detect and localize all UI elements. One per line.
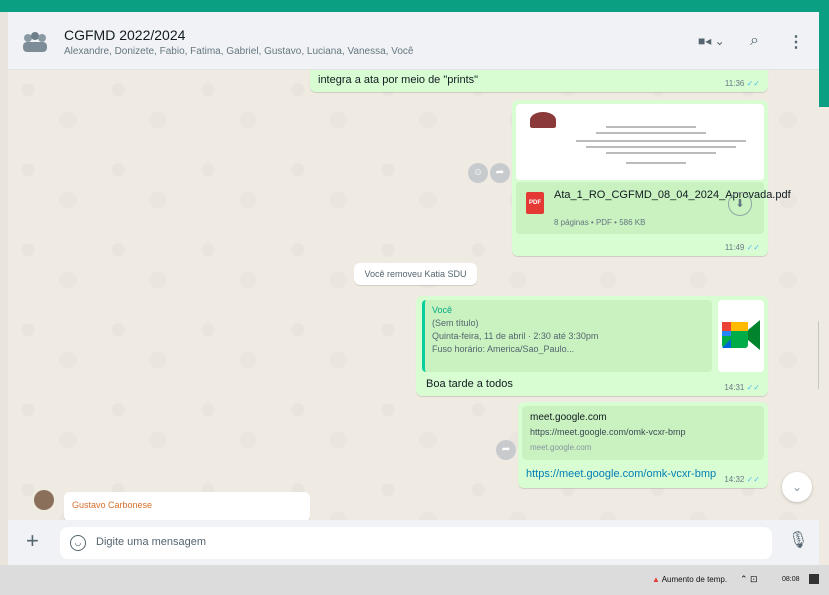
quote-line: (Sem título): [432, 318, 479, 328]
sender-avatar[interactable]: [34, 490, 54, 510]
video-call-icon[interactable]: ■◂ ⌄: [698, 34, 725, 48]
file-name: Ata_1_RO_CGFMD_08_04_2024_Aprovada.pdf: [554, 189, 791, 201]
sender-name[interactable]: Gustavo Carbonese: [72, 500, 152, 510]
message-bubble: meet.google.com https://meet.google.com/…: [518, 402, 768, 488]
menu-icon[interactable]: ⋮: [788, 32, 804, 52]
quoted-event[interactable]: Você (Sem título) Quinta-feira, 11 de ab…: [422, 300, 712, 372]
read-ticks-icon: ✓✓: [746, 475, 760, 484]
tray-icons[interactable]: ⌃ ⊡: [740, 574, 758, 585]
group-members: Alexandre, Donizete, Fabio, Fatima, Gabr…: [64, 46, 414, 57]
event-thumbnail[interactable]: [718, 300, 764, 372]
forward-icon[interactable]: ➦: [490, 163, 510, 183]
chat-header[interactable]: CGFMD 2022/2024 Alexandre, Donizete, Fab…: [8, 12, 819, 70]
crest-logo: [530, 112, 556, 128]
read-ticks-icon: ✓✓: [746, 243, 760, 252]
link-title: meet.google.com: [530, 412, 607, 423]
clock[interactable]: 08:08: [782, 576, 800, 583]
message-bubble: integra a ata por meio de "prints" 11:36…: [310, 70, 768, 92]
search-icon[interactable]: ⌕: [750, 32, 759, 50]
message-text: Boa tarde a todos: [426, 378, 513, 390]
notification-icon[interactable]: [809, 574, 819, 584]
quote-author: Você: [432, 305, 453, 315]
incoming-message: Gustavo Carbonese: [64, 492, 310, 520]
file-meta: 8 páginas • PDF • 586 KB: [554, 218, 646, 227]
message-link[interactable]: https://meet.google.com/omk-vcxr-bmp: [526, 468, 716, 480]
link-host: meet.google.com: [530, 443, 592, 452]
emoji-icon[interactable]: ◡: [70, 535, 86, 551]
forward-icon[interactable]: ➦: [496, 440, 516, 460]
quote-line: Quinta-feira, 11 de abril · 2:30 até 3:3…: [432, 331, 599, 341]
read-ticks-icon: ✓✓: [746, 79, 760, 88]
scrollbar[interactable]: [818, 320, 819, 390]
message-bubble: Você (Sem título) Quinta-feira, 11 de ab…: [416, 296, 768, 396]
window-top-bar: [0, 0, 829, 12]
document-file[interactable]: PDF Ata_1_RO_CGFMD_08_04_2024_Aprovada.p…: [516, 182, 791, 234]
message-time: 14:32 ✓✓: [724, 475, 760, 484]
google-meet-icon: [722, 320, 760, 350]
whatsapp-window: CGFMD 2022/2024 Alexandre, Donizete, Fab…: [8, 12, 829, 565]
attach-plus-icon[interactable]: +: [26, 528, 39, 554]
emoji-reaction-icon[interactable]: ☺: [468, 163, 488, 183]
download-icon[interactable]: ⬇: [728, 192, 752, 216]
weather-icon: ▲: [652, 575, 660, 584]
message-time: 14:31 ✓✓: [724, 383, 760, 392]
link-preview[interactable]: meet.google.com https://meet.google.com/…: [522, 406, 764, 460]
document-message: PDF Ata_1_RO_CGFMD_08_04_2024_Aprovada.p…: [512, 100, 791, 256]
weather-widget[interactable]: ▲ Aumento de temp.: [652, 575, 727, 584]
compose-bar: + ◡ Digite uma mensagem 🎙: [8, 520, 819, 565]
group-avatar[interactable]: [20, 26, 50, 56]
group-title[interactable]: CGFMD 2022/2024: [64, 27, 185, 43]
message-placeholder: Digite uma mensagem: [96, 536, 207, 548]
message-input[interactable]: ◡ Digite uma mensagem: [60, 527, 772, 559]
quote-line: Fuso horário: America/Sao_Paulo...: [432, 344, 575, 354]
read-ticks-icon: ✓✓: [746, 383, 760, 392]
link-description: https://meet.google.com/omk-vcxr-bmp: [530, 427, 686, 437]
scroll-down-button[interactable]: ⌄: [782, 472, 812, 502]
message-time: 11:49 ✓✓: [724, 243, 760, 252]
microphone-icon[interactable]: 🎙: [788, 530, 808, 550]
system-notice: Você removeu Katia SDU: [354, 263, 477, 285]
chat-area: integra a ata por meio de "prints" 11:36…: [8, 70, 819, 520]
message-time: 11:36 ✓✓: [724, 79, 760, 88]
accent-strip: [819, 12, 829, 107]
message-text: integra a ata por meio de "prints": [318, 74, 479, 86]
pdf-icon: PDF: [526, 192, 544, 214]
document-preview[interactable]: [516, 104, 764, 180]
os-taskbar: ▲ Aumento de temp. ⌃ ⊡ 08:08: [0, 565, 829, 595]
